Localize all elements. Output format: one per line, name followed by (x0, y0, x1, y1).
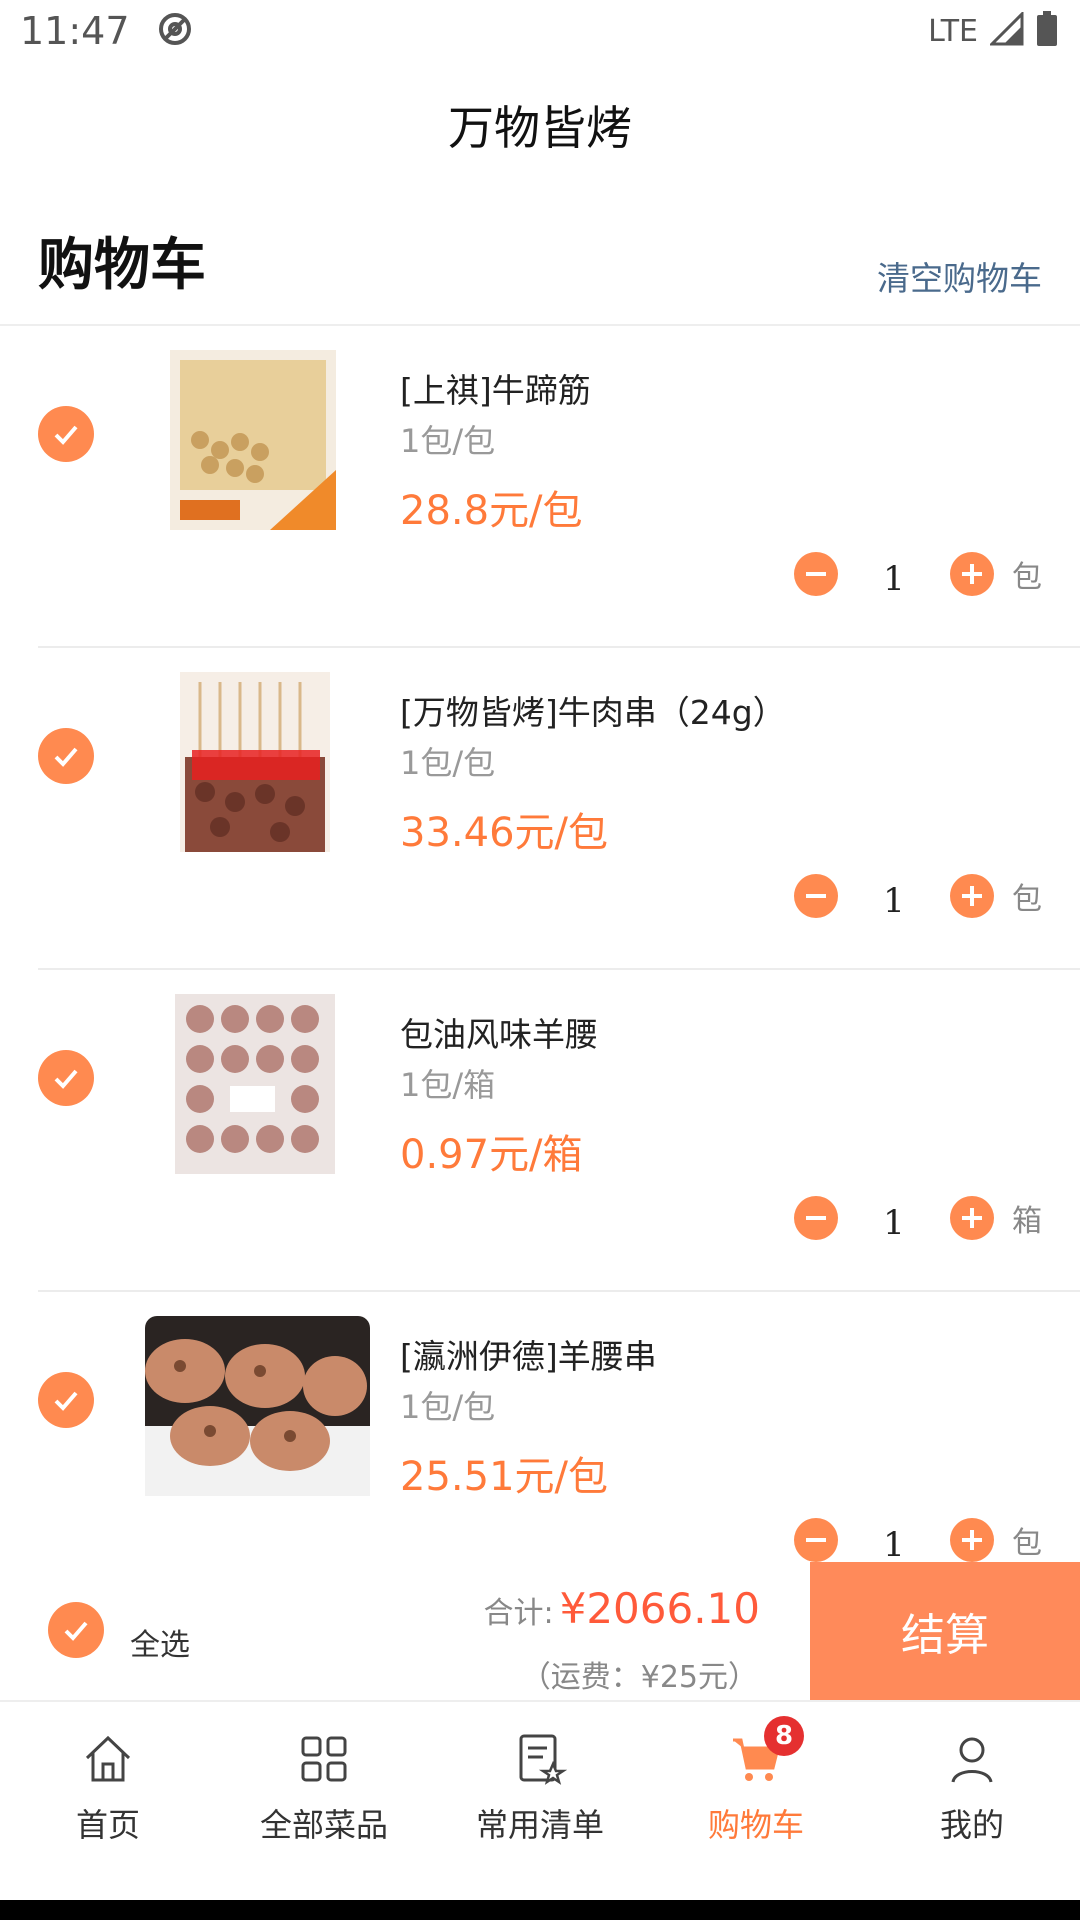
item-unit: 1包/箱 (400, 1066, 496, 1104)
status-bar: 11:47 LTE (0, 0, 1080, 62)
nav-label: 我的 (939, 1806, 1004, 1844)
nav-item-cart[interactable]: 8 购物车 (648, 1702, 864, 1900)
item-price: 25.51元/包 (400, 1454, 608, 1500)
battery-icon (1036, 11, 1058, 51)
status-time: 11:47 (20, 9, 130, 53)
clear-cart-button[interactable]: 清空购物车 (877, 252, 1042, 300)
total-value: ¥2066.10 (559, 1584, 760, 1633)
quantity-value[interactable]: 1 (838, 1193, 950, 1243)
item-name: [万物皆烤]牛肉串（24g） (400, 693, 786, 732)
increase-button[interactable] (950, 1518, 994, 1562)
summary-bar: 全选 合计: ¥2066.10 （运费：¥25元） 结算 (0, 1562, 1080, 1700)
person-icon (951, 1737, 993, 1783)
nav-label: 首页 (75, 1806, 140, 1844)
product-image[interactable] (140, 672, 370, 852)
select-all-checkbox[interactable] (48, 1602, 104, 1658)
system-nav-bar (0, 1900, 1080, 1920)
item-checkbox[interactable] (38, 1050, 94, 1106)
app-title: 万物皆烤 (448, 101, 632, 155)
quantity-stepper: 1 包 (794, 866, 1042, 926)
quantity-stepper: 1 包 (794, 1510, 1042, 1570)
nav-item-frequent-list[interactable]: 常用清单 (432, 1702, 648, 1900)
cart-heading: 购物车 (38, 233, 206, 298)
item-name: [上祺]牛蹄筋 (400, 371, 591, 410)
select-all-label[interactable]: 全选 (130, 1620, 190, 1664)
item-checkbox[interactable] (38, 728, 94, 784)
list-star-icon (519, 1734, 567, 1785)
total-line: 合计: ¥2066.10 (483, 1584, 760, 1633)
nav-label: 全部菜品 (259, 1806, 388, 1844)
cart-item: [上祺]牛蹄筋 1包/包 28.8元/包 1 包 (0, 326, 1080, 648)
item-price: 33.46元/包 (400, 810, 608, 856)
product-image[interactable] (140, 994, 370, 1174)
increase-button[interactable] (950, 552, 994, 596)
grid-icon (301, 1736, 347, 1782)
quantity-unit: 箱 (1012, 1204, 1042, 1239)
item-price: 28.8元/包 (400, 488, 583, 534)
item-checkbox[interactable] (38, 1372, 94, 1428)
item-unit: 1包/包 (400, 422, 496, 460)
item-unit: 1包/包 (400, 1388, 496, 1426)
plus-icon (962, 1530, 982, 1550)
quantity-stepper: 1 箱 (794, 1188, 1042, 1248)
increase-button[interactable] (950, 874, 994, 918)
decrease-button[interactable] (794, 1518, 838, 1562)
minus-icon (806, 572, 826, 576)
shipping-fee: （运费：¥25元） (520, 1660, 758, 1695)
checkmark-icon (64, 1621, 88, 1641)
product-image[interactable] (140, 1316, 370, 1496)
quantity-unit: 包 (1012, 1526, 1042, 1561)
quantity-value[interactable]: 1 (838, 1515, 950, 1565)
checkout-button[interactable]: 结算 (810, 1562, 1080, 1700)
nav-label: 购物车 (707, 1806, 804, 1844)
cart-item: 包油风味羊腰 1包/箱 0.97元/箱 1 箱 (0, 970, 1080, 1292)
home-icon (85, 1735, 131, 1782)
item-price: 0.97元/箱 (400, 1132, 583, 1178)
decrease-button[interactable] (794, 552, 838, 596)
quantity-value[interactable]: 1 (838, 549, 950, 599)
plus-icon (962, 564, 982, 584)
decrease-button[interactable] (794, 1196, 838, 1240)
network-type: LTE (928, 13, 978, 49)
signal-icon (988, 10, 1024, 50)
product-image[interactable] (140, 350, 370, 530)
bottom-nav: 首页 全部菜品 常用清单 8 购物车 我的 (0, 1700, 1080, 1900)
minus-icon (806, 1216, 826, 1220)
quantity-unit: 包 (1012, 882, 1042, 917)
nav-item-home[interactable]: 首页 (0, 1702, 216, 1900)
decrease-button[interactable] (794, 874, 838, 918)
cart-list: [上祺]牛蹄筋 1包/包 28.8元/包 1 包 [万物皆烤]牛肉串（24g） … (0, 326, 1080, 1614)
minus-icon (806, 894, 826, 898)
increase-button[interactable] (950, 1196, 994, 1240)
total-label: 合计: (483, 1596, 554, 1631)
item-name: [瀛洲伊德]羊腰串 (400, 1337, 657, 1376)
checkmark-icon (54, 747, 78, 767)
nav-item-profile[interactable]: 我的 (864, 1702, 1080, 1900)
item-unit: 1包/包 (400, 744, 496, 782)
item-name: 包油风味羊腰 (400, 1015, 598, 1054)
quantity-unit: 包 (1012, 560, 1042, 595)
quantity-stepper: 1 包 (794, 544, 1042, 604)
plus-icon (962, 1208, 982, 1228)
checkmark-icon (54, 1391, 78, 1411)
item-checkbox[interactable] (38, 406, 94, 462)
checkmark-icon (54, 425, 78, 445)
quantity-value[interactable]: 1 (838, 871, 950, 921)
nav-item-all-dishes[interactable]: 全部菜品 (216, 1702, 432, 1900)
checkmark-icon (54, 1069, 78, 1089)
nav-label: 常用清单 (475, 1806, 604, 1844)
cart-count-badge: 8 (764, 1716, 804, 1756)
minus-icon (806, 1538, 826, 1542)
cart-item: [万物皆烤]牛肉串（24g） 1包/包 33.46元/包 1 包 (0, 648, 1080, 970)
plus-icon (962, 886, 982, 906)
at-sign-icon (156, 10, 194, 52)
